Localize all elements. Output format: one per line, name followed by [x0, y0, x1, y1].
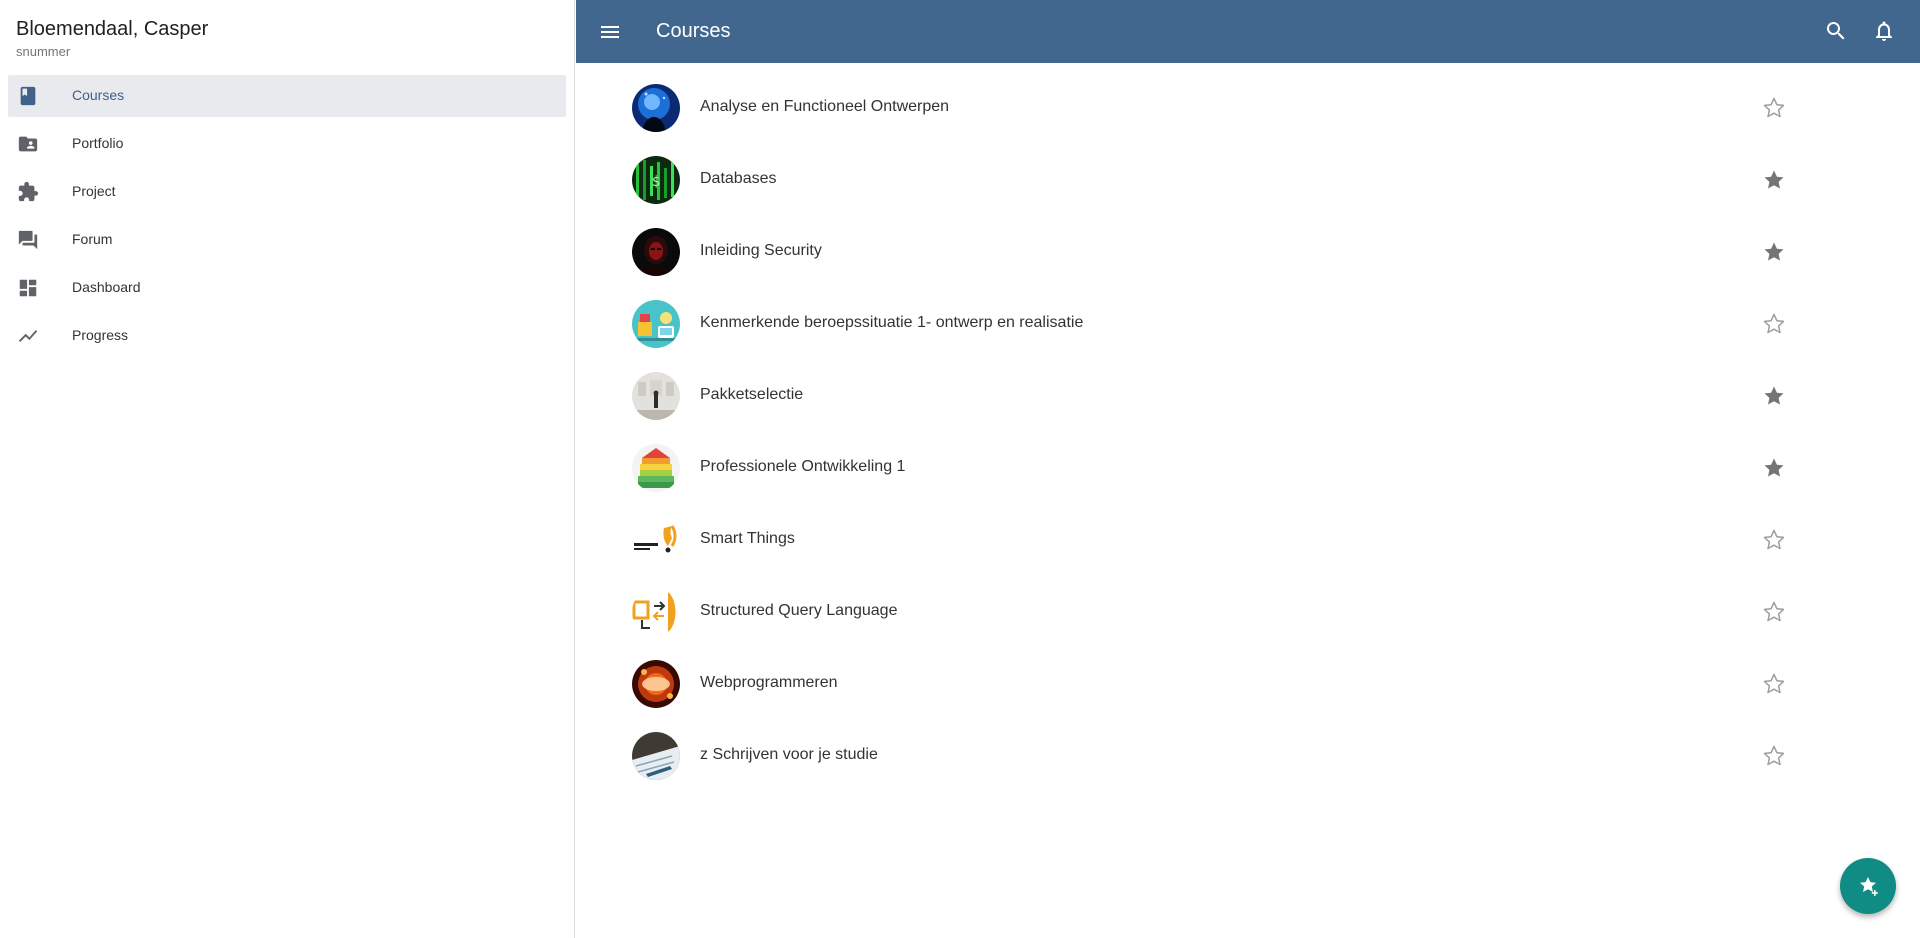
star-filled-icon: [1764, 170, 1784, 189]
add-favorite-fab[interactable]: [1840, 858, 1896, 914]
course-name: Pakketselectie: [700, 386, 804, 403]
course-row-smart-things[interactable]: Smart Things: [576, 512, 1920, 584]
course-avatar: [632, 444, 680, 492]
course-avatar: [632, 660, 680, 708]
course-row-security[interactable]: Inleiding Security: [576, 224, 1920, 296]
course-row-analyse[interactable]: Analyse en Functioneel Ontwerpen: [576, 80, 1920, 152]
course-avatar: $: [632, 156, 680, 204]
top-app-bar: Courses: [576, 0, 1920, 63]
star-filled-icon: [1764, 386, 1784, 405]
puzzle-icon: [16, 180, 40, 204]
course-avatar: [632, 84, 680, 132]
course-row-webprogrammeren[interactable]: Webprogrammeren: [576, 656, 1920, 728]
sidebar-item-label: Progress: [72, 327, 129, 343]
course-avatar: [632, 516, 680, 564]
favorite-toggle[interactable]: [1762, 96, 1786, 120]
page-title: Courses: [656, 20, 731, 42]
sidebar-item-forum[interactable]: Forum: [8, 219, 566, 261]
star-outline-icon: [1763, 673, 1785, 694]
course-row-pakketselectie[interactable]: Pakketselectie: [576, 368, 1920, 440]
course-avatar: [632, 732, 680, 780]
user-name: Bloemendaal, Casper: [16, 18, 209, 40]
course-name: Professionele Ontwikkeling 1: [700, 458, 906, 475]
sidebar-item-label: Courses: [72, 87, 125, 103]
menu-icon: [601, 26, 619, 38]
folder-account-icon: [16, 132, 40, 156]
star-outline-icon: [1763, 601, 1785, 622]
favorite-toggle[interactable]: [1762, 600, 1786, 624]
star-filled-icon: [1764, 242, 1784, 261]
course-row-schrijven[interactable]: z Schrijven voor je studie: [576, 728, 1920, 800]
sidebar-nav: Courses Portfolio Project Forum Dashboar…: [0, 75, 574, 357]
forum-icon: [16, 228, 40, 252]
star-outline-icon: [1763, 745, 1785, 766]
sidebar-item-courses[interactable]: Courses: [8, 75, 566, 117]
star-filled-icon: [1764, 458, 1784, 477]
favorite-toggle[interactable]: [1762, 528, 1786, 552]
favorite-toggle[interactable]: [1762, 240, 1786, 264]
sidebar-item-label: Portfolio: [72, 135, 124, 151]
favorite-toggle[interactable]: [1762, 384, 1786, 408]
course-avatar: [632, 588, 680, 636]
course-row-professionele[interactable]: Professionele Ontwikkeling 1: [576, 440, 1920, 512]
book-icon: [16, 84, 40, 108]
course-name: Databases: [700, 170, 777, 187]
course-row-databases[interactable]: $ Databases: [576, 152, 1920, 224]
course-name: z Schrijven voor je studie: [700, 746, 878, 763]
course-name: Analyse en Functioneel Ontwerpen: [700, 98, 950, 115]
favorite-toggle[interactable]: [1762, 312, 1786, 336]
favorite-toggle[interactable]: [1762, 672, 1786, 696]
course-row-sql[interactable]: Structured Query Language: [576, 584, 1920, 656]
menu-button[interactable]: [598, 20, 622, 44]
dashboard-icon: [16, 276, 40, 300]
course-name: Webprogrammeren: [700, 674, 838, 691]
sidebar-item-progress[interactable]: Progress: [8, 315, 566, 357]
notifications-button[interactable]: [1872, 19, 1896, 43]
sidebar-item-label: Forum: [72, 231, 113, 247]
user-info: Bloemendaal, Casper snummer: [0, 0, 574, 61]
star-outline-icon: [1763, 97, 1785, 118]
trending-up-icon: [16, 324, 40, 348]
search-button[interactable]: [1824, 19, 1848, 43]
user-subtitle: snummer: [16, 44, 71, 59]
course-avatar: [632, 228, 680, 276]
course-name: Structured Query Language: [700, 602, 898, 619]
course-name: Kenmerkende beroepssituatie 1- ontwerp e…: [700, 314, 1084, 331]
course-avatar: [632, 300, 680, 348]
course-name: Smart Things: [700, 530, 795, 547]
course-avatar: [632, 372, 680, 420]
sidebar-item-portfolio[interactable]: Portfolio: [8, 123, 566, 165]
star-outline-icon: [1763, 313, 1785, 334]
star-outline-icon: [1763, 529, 1785, 550]
course-name: Inleiding Security: [700, 242, 822, 259]
sidebar-item-label: Project: [72, 183, 116, 199]
app: Bloemendaal, Casper snummer Courses Port…: [0, 0, 1920, 938]
favorite-toggle[interactable]: [1762, 456, 1786, 480]
svg-text:$: $: [652, 174, 660, 190]
sidebar-item-dashboard[interactable]: Dashboard: [8, 267, 566, 309]
bell-icon: [1876, 21, 1892, 41]
sidebar: Bloemendaal, Casper snummer Courses Port…: [0, 0, 575, 938]
course-row-kenmerkende[interactable]: Kenmerkende beroepssituatie 1- ontwerp e…: [576, 296, 1920, 368]
favorite-toggle[interactable]: [1762, 744, 1786, 768]
search-icon: [1827, 22, 1845, 40]
favorite-toggle[interactable]: [1762, 168, 1786, 192]
sidebar-item-project[interactable]: Project: [8, 171, 566, 213]
course-list: Analyse en Functioneel Ontwerpen $ Datab…: [576, 80, 1920, 800]
sidebar-item-label: Dashboard: [72, 279, 141, 295]
star-add-icon: [1860, 877, 1878, 896]
